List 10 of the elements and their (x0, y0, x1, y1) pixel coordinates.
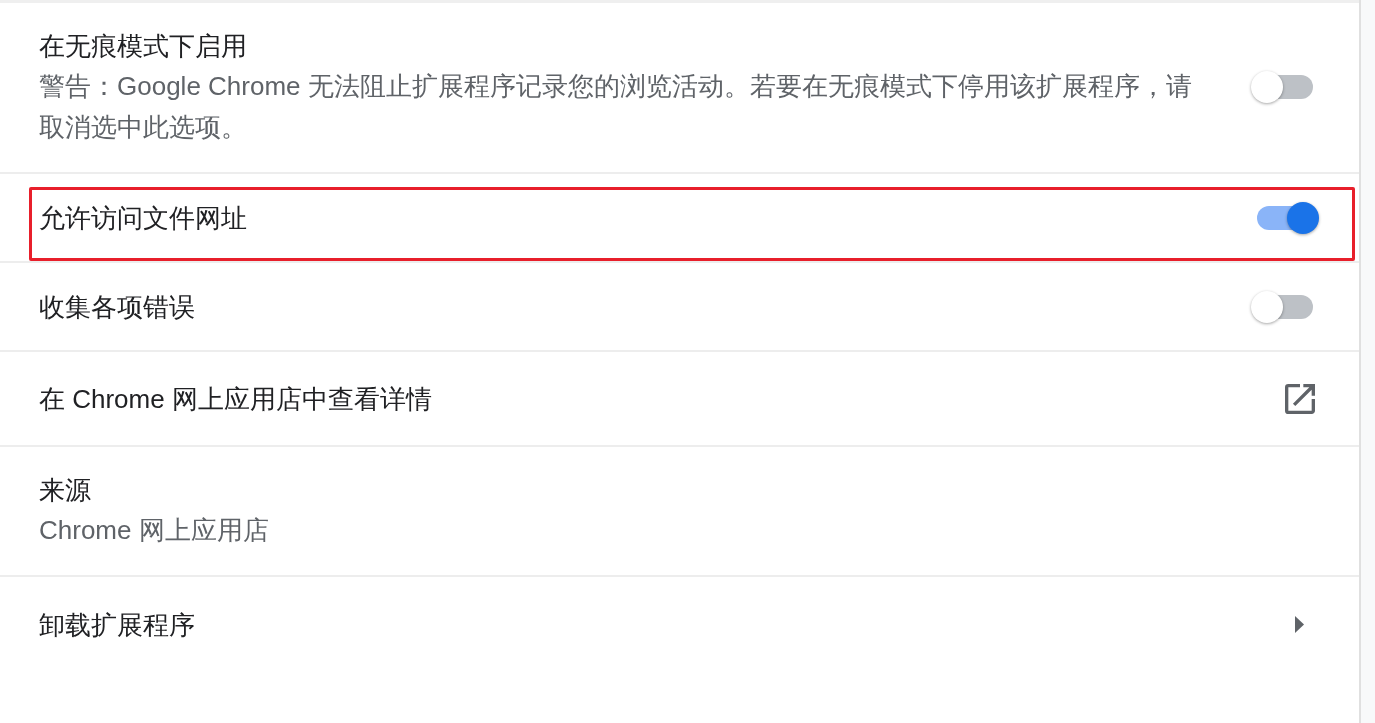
setting-title: 允许访问文件网址 (39, 201, 248, 235)
setting-title: 卸载扩展程序 (39, 608, 196, 642)
setting-title: 在无痕模式下启用 (39, 30, 248, 63)
setting-title: 在 Chrome 网上应用店中查看详情 (39, 382, 433, 416)
setting-title: 来源 (39, 474, 92, 507)
external-link-icon[interactable] (1285, 383, 1315, 414)
setting-description: 警告：Google Chrome 无法阻止扩展程序记录您的浏览活动。若要在无痕模式下停用该扩展程序，请取消选中此选项。 (39, 70, 1193, 144)
setting-title: 收集各项错误 (39, 290, 196, 324)
setting-description: Chrome 网上应用店 (39, 514, 270, 547)
caret-right-icon[interactable] (1295, 616, 1304, 633)
